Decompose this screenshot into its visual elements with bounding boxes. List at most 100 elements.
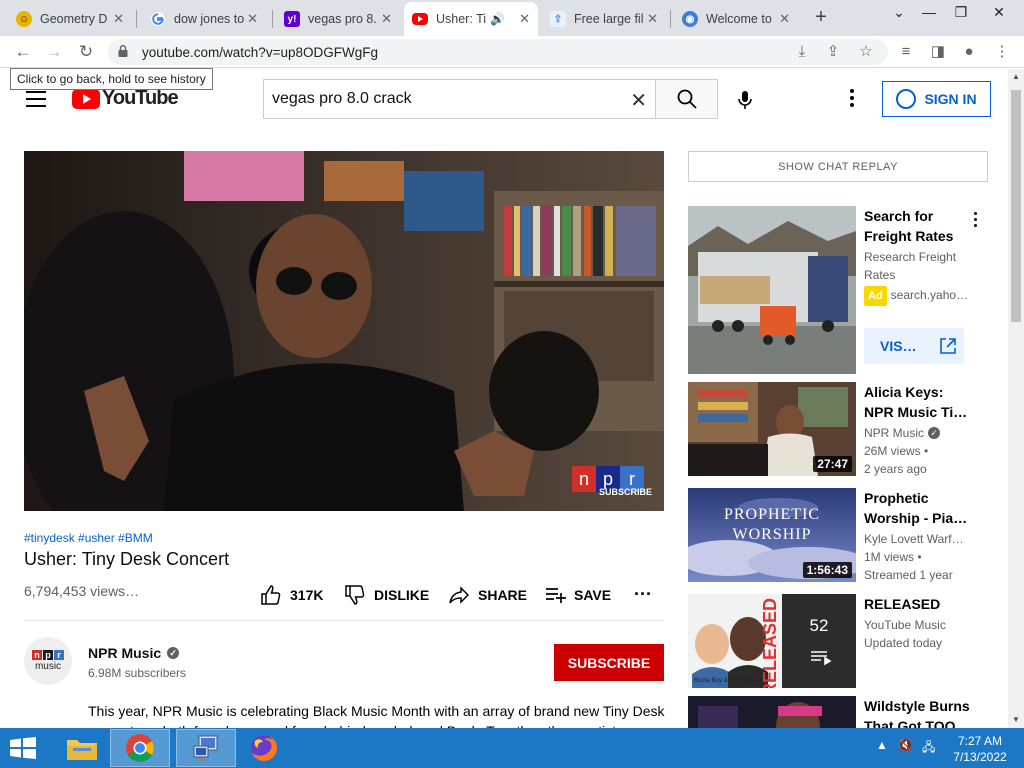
close-icon[interactable]: ✕ [779,11,790,27]
audio-playing-icon[interactable]: 🔊 [490,12,505,26]
video-thumbnail[interactable]: 27:47 [688,382,856,476]
windows-start-icon[interactable] [8,737,38,759]
chrome-menu-icon[interactable]: ⋮ [992,42,1012,62]
playlist-thumbnail[interactable]: RELEASED Burna Boy & Ed Sheeran 52 [688,594,856,688]
minimize-button[interactable]: — [914,4,944,20]
more-actions-icon[interactable]: ··· [634,584,652,605]
share-button[interactable]: SHARE [448,584,527,606]
tab-title: dow jones to [174,12,245,26]
tab-vegas-pro[interactable]: y! vegas pro 8. ✕ [276,4,400,34]
ad-title[interactable]: Search for Freight Rates [864,206,972,246]
channel-avatar[interactable]: n p r music [24,637,72,685]
close-icon[interactable]: ✕ [647,11,658,27]
logo-letter: r [54,650,64,660]
visit-site-button[interactable]: VIS… [864,328,964,364]
close-icon[interactable]: ✕ [381,11,392,27]
reload-icon[interactable]: ↻ [75,41,97,63]
back-arrow-icon[interactable]: ← [12,41,34,63]
search-box[interactable]: ✕ [263,79,655,119]
browser-toolbar: ← → ↻ youtube.com/watch?v=up8ODGFWgFg ⤓ … [0,36,1024,68]
save-button[interactable]: SAVE [544,584,611,606]
video-hashtags[interactable]: #tinydesk #usher #BMM [24,531,153,545]
page-scrollbar[interactable]: ▲ ▼ [1008,69,1024,728]
subscribe-button[interactable]: SUBSCRIBE [554,644,664,681]
avatar-music-text: music [34,661,62,672]
ad-card[interactable]: Search for Freight Rates Research Freigh… [688,206,988,376]
youtube-logo[interactable]: YouTube [72,87,179,110]
video-thumbnail[interactable] [688,696,856,728]
dislike-button[interactable]: DISLIKE [344,584,429,606]
channel-name[interactable]: NPR Music [864,424,924,442]
close-icon[interactable]: ✕ [519,11,530,27]
like-button[interactable]: 317K [260,584,323,606]
new-tab-button[interactable]: + [810,6,832,28]
channel-name[interactable]: YouTube Music [864,616,972,634]
tab-search-chevron-icon[interactable]: ⌄ [884,4,914,21]
install-app-icon[interactable]: ⤓ [792,42,812,62]
firefox-taskbar-button[interactable] [234,729,294,767]
clear-search-icon[interactable]: ✕ [630,88,647,113]
firefox-icon [251,735,277,761]
npr-subscribe-overlay[interactable]: SUBSCRIBE [599,487,652,497]
scroll-down-arrow-icon[interactable]: ▼ [1008,712,1024,728]
playlist-title[interactable]: RELEASED [864,594,972,614]
back-button-tooltip: Click to go back, hold to see history [10,68,213,90]
clock-date: 7/13/2022 [953,750,1007,764]
recommended-video[interactable]: 27:47 Alicia Keys: NPR Music Ti… NPR Mus… [688,382,988,477]
tab-geometry-dash[interactable]: ☺ Geometry D ✕ [8,4,132,34]
ad-thumbnail[interactable] [688,206,856,374]
restore-button[interactable]: ❐ [946,4,976,21]
share-arrow-icon [449,586,470,604]
view-count[interactable]: 6,794,453 views… [24,583,139,599]
search-input[interactable] [264,80,614,118]
settings-kebab-icon[interactable] [850,89,856,110]
video-title[interactable]: Wildstyle Burns That Got TOO [864,696,972,728]
window-close-button[interactable]: ✕ [984,4,1014,21]
tab-dow-jones[interactable]: dow jones to ✕ [142,4,266,34]
profile-icon[interactable]: ● [959,42,979,62]
hamburger-menu-icon[interactable] [26,91,46,112]
upload-age: 2 years ago [864,462,927,476]
sign-in-button[interactable]: SIGN IN [882,81,991,117]
close-icon[interactable]: ✕ [247,11,258,27]
forward-arrow-icon[interactable]: → [43,41,65,63]
file-explorer-taskbar-button[interactable] [52,729,112,767]
wildstyle-thumbnail-image [688,696,856,728]
video-thumbnail[interactable]: PROPHETIC WORSHIP 1:56:43 [688,488,856,582]
chrome-taskbar-button[interactable] [110,729,170,767]
tab-free-large-file[interactable]: ⇧ Free large fil ✕ [542,4,666,34]
search-button[interactable] [655,79,718,119]
video-title[interactable]: Prophetic Worship - Pia… [864,488,972,528]
thumbnail-text: PROPHETIC [723,506,821,523]
dislike-label: DISLIKE [374,587,430,603]
close-icon[interactable]: ✕ [113,11,124,27]
recommended-playlist[interactable]: RELEASED Burna Boy & Ed Sheeran 52 RELEA… [688,594,988,689]
show-hidden-icons-icon[interactable]: ▲ [876,738,888,752]
verified-check-icon: ✓ [928,427,941,439]
volume-muted-icon[interactable]: 🔇 [898,738,913,752]
video-title[interactable]: Alicia Keys: NPR Music Ti… [864,382,972,422]
subscriber-count: 6.98M subscribers [88,666,187,680]
recommended-video[interactable]: Wildstyle Burns That Got TOO [688,696,988,728]
address-bar[interactable]: youtube.com/watch?v=up8ODGFWgFg [108,39,888,65]
media-control-icon[interactable]: ≡ [896,42,916,62]
ad-domain: search.yaho… [890,288,969,302]
scroll-up-arrow-icon[interactable]: ▲ [1008,69,1024,85]
ad-options-icon[interactable] [974,212,978,230]
tab-welcome[interactable]: ◉ Welcome to ✕ [674,4,798,34]
channel-name[interactable]: Kyle Lovett Warf… [864,530,972,548]
channel-name[interactable]: NPR Music ✓ [88,645,180,661]
network-icon[interactable]: 🖧 [922,738,935,759]
tab-usher-active[interactable]: Usher: Ti 🔊 ✕ [404,2,538,36]
side-panel-icon[interactable]: ◨ [928,42,948,62]
share-icon[interactable]: ⇪ [823,42,843,62]
system-clock[interactable]: 7:27 AM 7/13/2022 [948,733,1012,765]
show-chat-replay-button[interactable]: SHOW CHAT REPLAY [688,151,988,182]
video-meta: Alicia Keys: NPR Music Ti… NPR Music ✓ 2… [864,382,972,478]
bookmark-star-icon[interactable]: ☆ [856,42,876,62]
network-app-taskbar-button[interactable] [176,729,236,767]
microphone-icon[interactable] [735,90,755,110]
recommended-video[interactable]: PROPHETIC WORSHIP 1:56:43 Prophetic Wors… [688,488,988,583]
scrollbar-thumb[interactable] [1011,90,1021,322]
video-player[interactable]: n p r SUBSCRIBE [24,151,664,511]
